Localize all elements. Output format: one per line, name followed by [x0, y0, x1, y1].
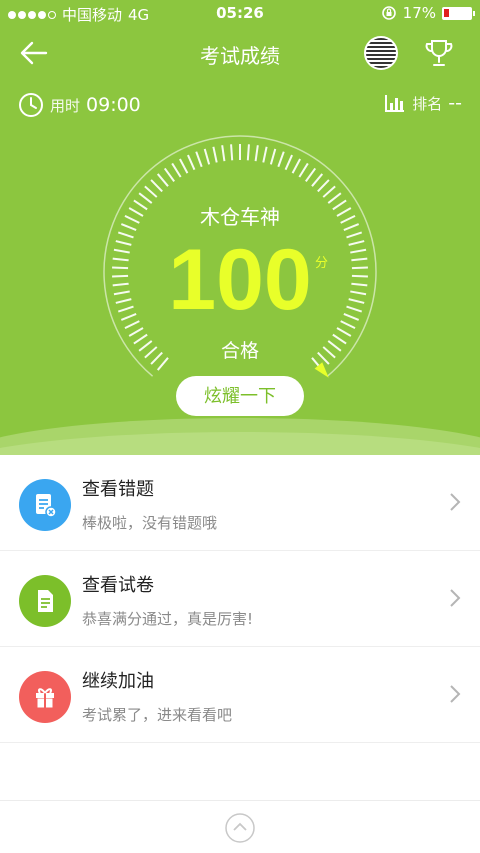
- scroll-up-icon[interactable]: [224, 812, 256, 844]
- gauge-tick: [212, 146, 218, 163]
- gauge-tick: [156, 173, 169, 187]
- gauge-tick: [195, 151, 203, 168]
- gauge-tick: [284, 154, 293, 171]
- gauge-tick: [336, 327, 352, 337]
- exam-paper-icon: [19, 575, 71, 627]
- list-item-title: 查看试卷: [82, 575, 154, 596]
- chevron-right-icon: [450, 685, 461, 703]
- gauge-tick: [150, 179, 163, 193]
- gauge-tick: [269, 148, 277, 165]
- list-item-title: 继续加油: [82, 671, 154, 692]
- list-item-keep-going[interactable]: 继续加油 考试累了，进来看看吧: [0, 647, 480, 743]
- gauge-tick: [203, 148, 211, 165]
- list-item-title: 查看错题: [82, 479, 154, 500]
- result-hero: 中国移动 4G 05:26 17% 考试成绩 用时 09:00 排名 -- 木仓…: [0, 0, 480, 455]
- list-item-subtitle: 棒极啦，没有错题哦: [82, 514, 218, 532]
- gauge-tick: [246, 144, 250, 161]
- gauge-tick: [317, 179, 330, 193]
- gauge-tick: [230, 144, 234, 161]
- divider: [0, 800, 480, 801]
- pass-status: 合格: [220, 340, 259, 362]
- gauge-tick: [305, 167, 317, 182]
- share-button[interactable]: 炫耀一下: [176, 376, 304, 416]
- gauge-tick: [179, 158, 189, 174]
- gauge-tick: [128, 327, 144, 337]
- gauge-tick: [144, 185, 158, 198]
- score-unit: 分: [315, 256, 329, 271]
- list-item-wrong-questions[interactable]: 查看错题 棒极啦，没有错题哦: [0, 455, 480, 551]
- gift-icon: [19, 671, 71, 723]
- gauge-tick: [171, 162, 182, 178]
- gauge-tick: [298, 162, 309, 178]
- chevron-right-icon: [450, 493, 461, 511]
- gauge-tick: [221, 145, 226, 162]
- gauge-tick: [262, 146, 268, 163]
- score-value: 100: [168, 232, 312, 328]
- action-list: 查看错题 棒极啦，没有错题哦 查看试卷 恭喜满分通过，真是厉害! 继续加油 考试…: [0, 455, 480, 743]
- chevron-right-icon: [450, 589, 461, 607]
- gauge-tick: [291, 158, 301, 174]
- gauge-tick: [311, 173, 324, 187]
- list-item-subtitle: 恭喜满分通过，真是厉害!: [82, 610, 254, 628]
- list-item-subtitle: 考试累了，进来看看吧: [82, 706, 233, 724]
- gauge-tick: [187, 154, 196, 171]
- gauge-tick: [254, 145, 259, 162]
- gauge-tick: [163, 167, 175, 182]
- gauge-tick: [322, 185, 336, 198]
- wrong-questions-icon: [19, 479, 71, 531]
- list-item-exam-paper[interactable]: 查看试卷 恭喜满分通过，真是厉害!: [0, 551, 480, 647]
- driver-title: 木仓车神: [200, 205, 280, 229]
- gauge-tick: [277, 151, 285, 168]
